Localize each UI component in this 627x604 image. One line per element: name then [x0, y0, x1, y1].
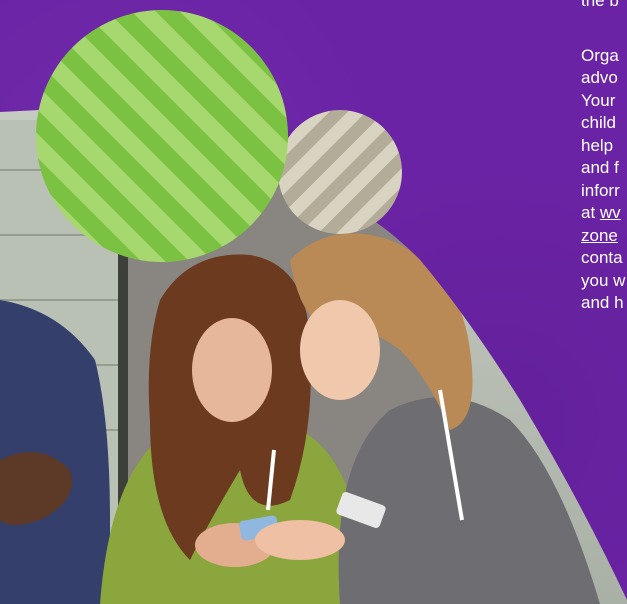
side-line-4: child	[581, 113, 616, 132]
side-line-3: Your	[581, 90, 616, 110]
side-paragraph: the b Orga advo Your child help and f in…	[581, 0, 627, 315]
side-line-2: advo	[581, 68, 618, 87]
side-line-link: at wv	[581, 202, 627, 225]
link-prefix: at	[581, 203, 600, 222]
side-line-1: Orga	[581, 45, 619, 65]
side-line-9: you w	[581, 270, 626, 290]
side-line-7: inforr	[581, 180, 620, 200]
teens-on-phone-photo	[0, 10, 627, 604]
side-line-8: conta	[581, 248, 623, 267]
side-line-10: and h	[581, 293, 624, 312]
side-line-5: help	[581, 135, 614, 155]
website-link[interactable]: wv	[600, 203, 621, 222]
website-link-continued[interactable]: zone	[581, 226, 618, 245]
side-line-6: and f	[581, 158, 619, 177]
side-line-link-2: zone	[581, 225, 627, 248]
side-line-0: the b	[581, 0, 619, 10]
